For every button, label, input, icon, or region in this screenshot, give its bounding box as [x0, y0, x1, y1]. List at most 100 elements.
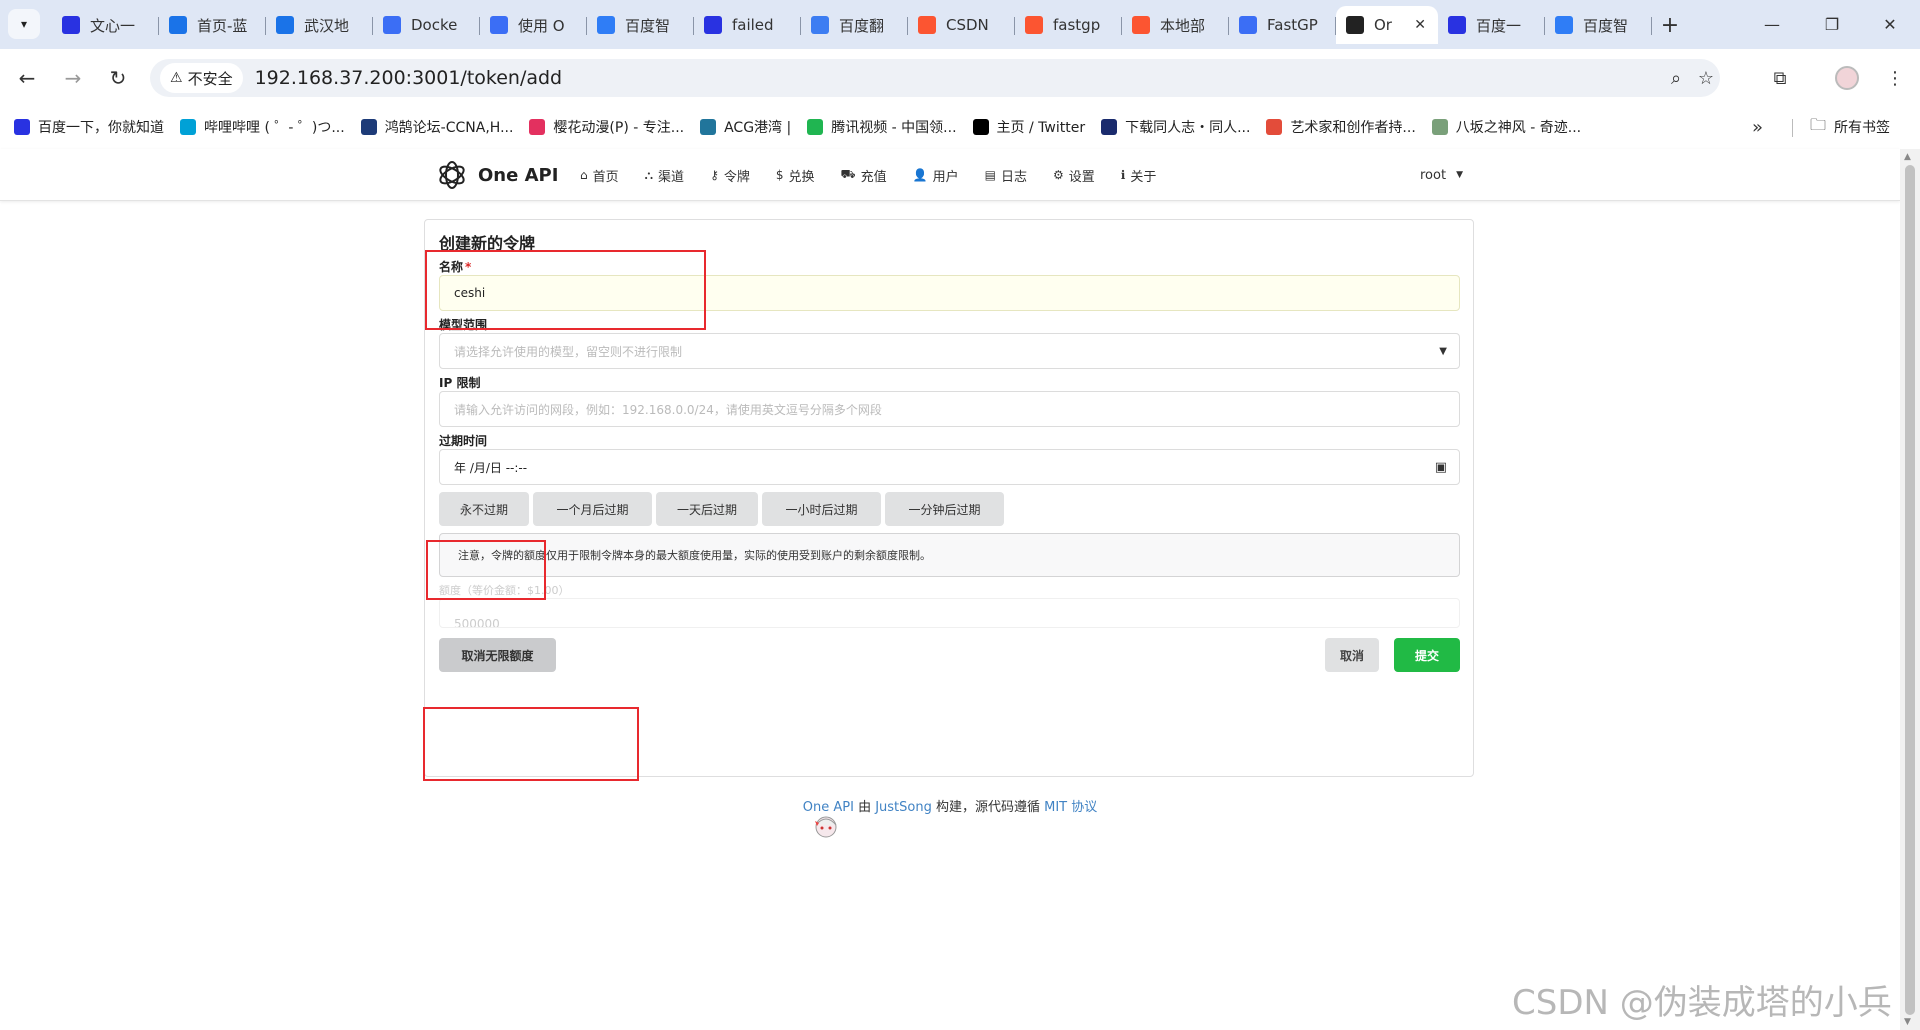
browser-tab[interactable]: 百度一	[1438, 6, 1545, 44]
bookmark-star-button[interactable]: ☆	[1688, 59, 1724, 97]
expire-value: 年 /月/日 --:--	[454, 460, 528, 475]
cancel-button[interactable]: 取消	[1325, 638, 1379, 672]
expire-one-month-button[interactable]: 一个月后过期	[533, 492, 652, 526]
browser-menu-button[interactable]: ⋮	[1878, 61, 1912, 95]
bookmark-item[interactable]: 百度一下，你就知道	[14, 117, 164, 137]
close-tab-icon[interactable]: ✕	[1414, 17, 1426, 33]
user-dropdown[interactable]: root ▼	[1420, 149, 1463, 201]
tab-label: fastgp	[1053, 16, 1101, 34]
browser-tab[interactable]: 百度翻	[801, 6, 908, 44]
bookmark-item[interactable]: 下载同人志・同人...	[1101, 117, 1250, 137]
zoom-icon: ⌕	[1670, 67, 1682, 89]
tab-label: 百度翻	[839, 16, 885, 35]
quick-expire-buttons: 永不过期 一个月后过期 一天后过期 一小时后过期 一分钟后过期	[439, 492, 1460, 526]
new-tab-button[interactable]: +	[1652, 6, 1688, 44]
extensions-button[interactable]: ⧉	[1763, 61, 1797, 95]
browser-tab[interactable]: 本地部	[1122, 6, 1229, 44]
bookmark-favicon-icon	[807, 119, 824, 135]
menu-item-label: 充值	[860, 169, 887, 185]
tab-search-button[interactable]: ▾	[8, 9, 40, 39]
security-chip[interactable]: ⚠ 不安全	[160, 63, 243, 93]
menu-item[interactable]: ⚷ 令牌	[710, 166, 750, 185]
cancel-unlimited-quota-button[interactable]: 取消无限额度	[439, 638, 556, 672]
tab-separator	[1651, 17, 1652, 35]
browser-tab[interactable]: 首页-蓝	[159, 6, 266, 44]
scrollbar-thumb[interactable]	[1905, 165, 1915, 1015]
menu-item-label: 日志	[1000, 169, 1027, 185]
baidu-paw-icon	[1448, 16, 1466, 34]
submit-button[interactable]: 提交	[1394, 638, 1460, 672]
more-bookmarks-button[interactable]: »	[1752, 107, 1763, 147]
menu-item[interactable]: ⛟ 充值	[841, 166, 887, 185]
browser-tab[interactable]: fastgp	[1015, 6, 1122, 44]
main-menu: ⌂ 首页 ⛬ 渠道 ⚷ 令牌 $ 兑换 ⛟ 充值 👤 用户 ▤ 日志 ⚙ 设置 ℹ 关于	[580, 149, 1182, 201]
expire-one-day-button[interactable]: 一天后过期	[656, 492, 758, 526]
back-button[interactable]: ←	[10, 61, 44, 95]
never-expire-button[interactable]: 永不过期	[439, 492, 529, 526]
menu-item[interactable]: ⚙ 设置	[1053, 166, 1095, 185]
restore-button[interactable]: ❐	[1802, 0, 1862, 49]
expire-datetime-input[interactable]: 年 /月/日 --:-- ▣	[439, 449, 1460, 485]
brand-link[interactable]: One API	[436, 159, 558, 191]
f-logo-icon	[490, 16, 508, 34]
page-scrollbar[interactable]: ▲ ▼	[1900, 149, 1920, 1030]
menu-item[interactable]: ▤ 日志	[985, 166, 1027, 185]
minimize-button[interactable]: —	[1742, 0, 1802, 49]
expire-one-minute-button[interactable]: 一分钟后过期	[885, 492, 1004, 526]
menu-item[interactable]: ⌂ 首页	[580, 166, 619, 185]
scroll-up-icon[interactable]: ▲	[1904, 152, 1911, 162]
scroll-down-icon[interactable]: ▼	[1904, 1017, 1911, 1027]
ip-restriction-input[interactable]: 请输入允许访问的网段，例如：192.168.0.0/24，请使用英文逗号分隔多个…	[439, 391, 1460, 427]
browser-tab[interactable]: CSDN	[908, 6, 1015, 44]
openai-icon	[1346, 16, 1364, 34]
browser-tab[interactable]: Or ✕	[1336, 6, 1438, 44]
tab-label: failed	[732, 16, 774, 34]
bookmark-item[interactable]: 主页 / Twitter	[972, 117, 1085, 137]
arrow-left-icon: ←	[18, 66, 36, 90]
models-select[interactable]: 请选择允许使用的模型，留空则不进行限制 ▼	[439, 333, 1460, 369]
bookmark-item[interactable]: 哔哩哔哩 ( ゜- ゜)つ...	[180, 117, 345, 137]
browser-tab[interactable]: FastGP	[1229, 6, 1336, 44]
reload-icon: ↻	[109, 66, 127, 90]
all-bookmarks-button[interactable]: 🗀 所有书签	[1810, 107, 1890, 147]
bookmark-item[interactable]: ACG港湾 |	[700, 117, 791, 137]
tab-label: 使用 O	[518, 16, 565, 35]
browser-tab[interactable]: 百度智	[587, 6, 694, 44]
omnibox[interactable]: ⚠ 不安全 192.168.37.200:3001/token/add ⌕ ☆	[150, 59, 1720, 97]
footer-license-link[interactable]: MIT 协议	[1044, 800, 1097, 815]
browser-tab[interactable]: 武汉地	[266, 6, 373, 44]
menu-item[interactable]: 👤 用户	[913, 166, 959, 185]
bookmark-item[interactable]: 腾讯视频 - 中国领...	[807, 117, 957, 137]
star-icon: ☆	[1697, 67, 1715, 89]
menu-item[interactable]: ⛬ 渠道	[645, 166, 684, 185]
forward-button[interactable]: →	[56, 61, 90, 95]
close-window-button[interactable]: ✕	[1860, 0, 1920, 49]
bookmark-item[interactable]: 樱花动漫(P) - 专注...	[529, 117, 684, 137]
f-logo-icon	[1239, 16, 1257, 34]
browser-tab[interactable]: 使用 O	[480, 6, 587, 44]
browser-tab[interactable]: 文心一	[52, 6, 159, 44]
footer-author-link[interactable]: JustSong	[875, 800, 932, 815]
bookmark-label: 哔哩哔哩 ( ゜- ゜)つ...	[204, 120, 345, 136]
annotation-box-unlimited	[423, 707, 639, 781]
menu-item[interactable]: ℹ 关于	[1121, 166, 1157, 185]
browser-tab[interactable]: 百度智	[1545, 6, 1652, 44]
browser-tab[interactable]: Docke	[373, 6, 480, 44]
tab-label: 首页-蓝	[197, 16, 248, 35]
tab-label: Or	[1374, 16, 1392, 34]
calendar-icon[interactable]: ▣	[1435, 460, 1447, 475]
bookmark-item[interactable]: 八坂之神风 - 奇迹...	[1431, 117, 1581, 137]
avatar	[1835, 66, 1859, 90]
bookmark-item[interactable]: 鸿鹄论坛-CCNA,H...	[360, 117, 513, 137]
url-text[interactable]: 192.168.37.200:3001/token/add	[255, 67, 563, 89]
quota-input[interactable]: 500000	[439, 598, 1460, 628]
dollar-icon: $	[775, 168, 784, 182]
csdn-icon	[918, 16, 936, 34]
profile-button[interactable]	[1830, 61, 1864, 95]
tab-label: 本地部	[1160, 16, 1206, 35]
bookmark-item[interactable]: 艺术家和创作者持...	[1266, 117, 1416, 137]
expire-one-hour-button[interactable]: 一小时后过期	[762, 492, 881, 526]
reload-button[interactable]: ↻	[101, 61, 135, 95]
browser-tab[interactable]: failed	[694, 6, 801, 44]
menu-item[interactable]: $ 兑换	[776, 166, 815, 185]
